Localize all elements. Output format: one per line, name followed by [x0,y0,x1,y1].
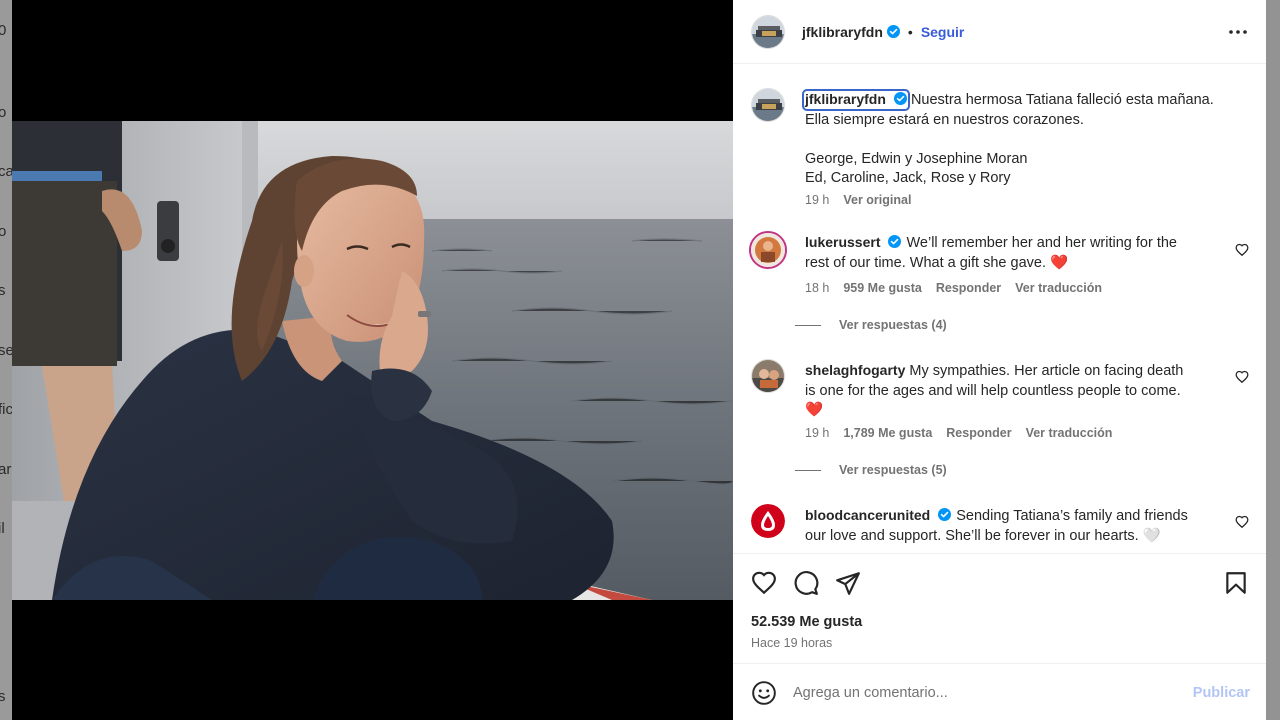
background-page-strip: 0 o ca o s se fic ar il s [0,0,12,720]
comment-time: 19 h [805,426,830,440]
comment-line: My sympathies. Her article on facing dea… [909,363,1184,379]
commenter-avatar[interactable] [749,231,787,269]
more-horizontal-icon[interactable] [1226,20,1250,44]
view-replies-label[interactable]: Ver respuestas (4) [839,318,947,332]
verified-badge-icon [886,25,900,38]
caption-text: jfklibraryfdn Nuestra hermosa Tatiana fa… [802,89,1245,189]
translate-button[interactable]: Ver traducción [1026,426,1113,440]
comment-text: bloodcancerunited Sending Tatiana’s famil… [805,506,1225,546]
comment: shelaghfogarty My sympathies. Her article… [749,359,1249,489]
post-comment-button[interactable]: Publicar [1193,685,1250,701]
commenter-avatar[interactable] [751,359,785,393]
caption-meta: 19 h Ver original [805,193,911,207]
comment-time: 18 h [805,281,830,295]
background-text: 0 [0,22,7,39]
paper-plane-icon[interactable] [835,570,861,596]
heart-icon[interactable] [751,570,777,596]
comment-meta: 19 h 1,789 Me gusta Responder Ver traduc… [805,426,1112,440]
background-text: fic [0,401,12,418]
background-text: ar [0,461,12,478]
caption-line: Ella siempre estará en nuestros corazone… [805,111,1084,128]
post-photo [12,121,733,600]
commenter-avatar[interactable] [751,504,785,538]
author-username[interactable]: jfklibraryfdn [802,24,883,40]
view-replies-button[interactable]: Ver respuestas (4) [795,318,947,332]
comment: lukerussert We’ll remember her and her wr… [749,231,1249,341]
header-separator: • [907,23,913,40]
reply-button[interactable]: Responder [936,281,1001,295]
background-page-right [1266,0,1280,720]
add-comment-bar: Publicar [733,665,1266,720]
like-comment-heart-icon[interactable] [1235,243,1249,257]
comment-line: is one for the ages and will help countl… [805,382,1181,399]
view-replies-label[interactable]: Ver respuestas (5) [839,463,947,477]
background-text: o [0,104,7,121]
comment-likes[interactable]: 959 Me gusta [843,281,922,295]
comment-line: our love and support. She’ll be forever … [805,527,1161,544]
post-actions: 52.539 Me gusta Hace 19 horas [733,553,1266,664]
comment-likes[interactable]: 1,789 Me gusta [843,426,932,440]
comment-text: shelaghfogarty My sympathies. Her article… [805,361,1235,421]
caption-username-link[interactable]: jfklibraryfdn [802,89,910,111]
translate-button[interactable]: Ver traducción [1015,281,1102,295]
post-media[interactable] [12,0,733,720]
post-header: jfklibraryfdn • Seguir [733,0,1266,64]
smiley-icon[interactable] [751,680,777,706]
comment: bloodcancerunited Sending Tatiana’s famil… [749,504,1249,553]
verified-badge-icon [938,508,952,521]
comment-text: lukerussert We’ll remember her and her wr… [805,233,1225,273]
caption-time: 19 h [805,193,830,207]
background-text: s [0,688,6,705]
view-replies-button[interactable]: Ver respuestas (5) [795,463,947,477]
caption-line: George, Edwin y Josephine Moran [805,150,1028,167]
comment-meta: 18 h 959 Me gusta Responder Ver traducci… [805,281,1102,295]
comment-line: ❤️ [805,402,824,418]
caption: jfklibraryfdn Nuestra hermosa Tatiana fa… [749,88,1249,238]
comments-list[interactable]: jfklibraryfdn Nuestra hermosa Tatiana fa… [733,65,1266,553]
post-time: Hace 19 horas [751,636,833,650]
verified-badge-icon [893,92,907,105]
commenter-username[interactable]: shelaghfogarty [805,362,905,378]
post-modal: jfklibraryfdn • Seguir jfklibraryfdn Nue… [12,0,1266,720]
like-comment-heart-icon[interactable] [1235,370,1249,384]
background-text: ca [0,163,12,180]
comment-bubble-icon[interactable] [793,570,819,596]
replies-line [795,324,821,326]
commenter-username[interactable]: lukerussert [805,234,880,250]
post-side-panel: jfklibraryfdn • Seguir jfklibraryfdn Nue… [733,0,1266,720]
comment-line: We’ll remember her and her writing for t… [906,235,1177,251]
author-avatar[interactable] [751,14,785,49]
comment-line: Sending Tatiana’s family and friends [956,508,1188,524]
background-text: il [0,520,5,537]
background-text: o [0,223,7,240]
verified-badge-icon [888,235,902,248]
author-name-group: jfklibraryfdn • Seguir [802,24,964,40]
like-comment-heart-icon[interactable] [1235,515,1249,529]
commenter-username[interactable]: bloodcancerunited [805,507,930,523]
comment-input[interactable] [793,684,1193,701]
caption-line: Ed, Caroline, Jack, Rose y Rory [805,170,1011,186]
replies-line [795,469,821,471]
bookmark-icon[interactable] [1223,570,1249,596]
see-original-link[interactable]: Ver original [843,193,911,207]
background-text: se [0,342,12,359]
follow-button[interactable]: Seguir [921,24,965,40]
reply-button[interactable]: Responder [946,426,1011,440]
comment-line: rest of our time. What a gift she gave. … [805,254,1069,271]
background-text: s [0,282,6,299]
caption-line: Nuestra hermosa Tatiana falleció esta ma… [910,92,1214,108]
likes-count[interactable]: 52.539 Me gusta [751,614,862,630]
caption-author-avatar[interactable] [751,88,785,122]
